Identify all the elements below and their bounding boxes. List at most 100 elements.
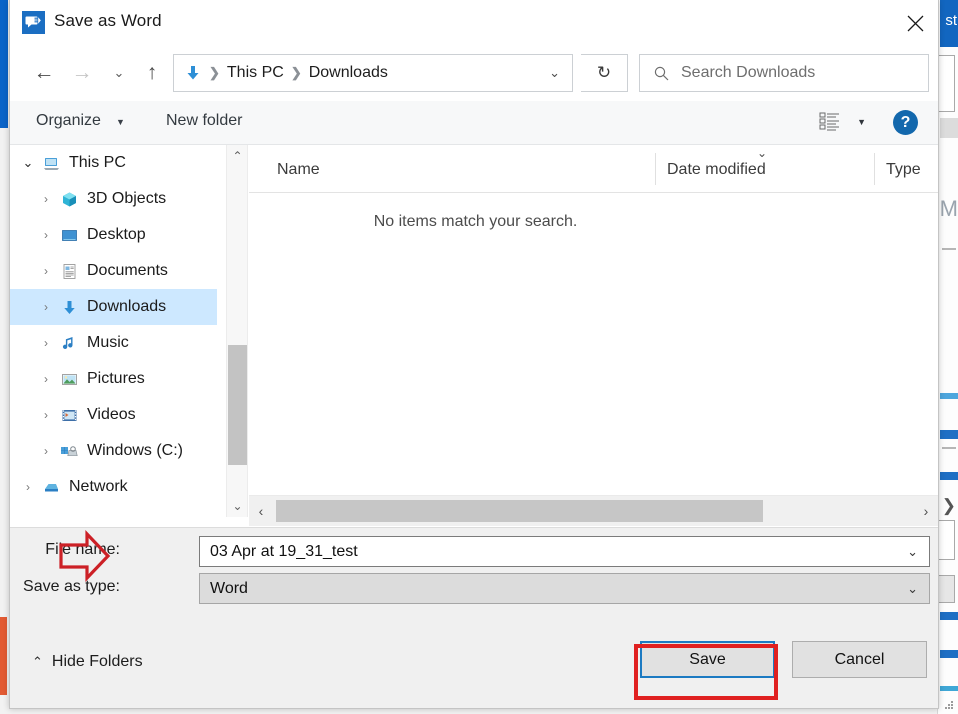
new-folder-button[interactable]: New folder bbox=[166, 112, 242, 130]
chevron-down-icon[interactable]: ⌄ bbox=[16, 155, 40, 171]
breadcrumb-downloads[interactable]: Downloads bbox=[309, 64, 388, 82]
dialog-footer: ⌃ Hide Folders Save Cancel bbox=[10, 620, 938, 708]
window-resize-grip[interactable] bbox=[945, 701, 955, 711]
sidebar-item-label: Windows (C:) bbox=[87, 442, 183, 460]
scroll-up-icon[interactable]: ⌃ bbox=[227, 145, 248, 167]
sidebar-item-3d-objects[interactable]: › 3D Objects bbox=[10, 181, 217, 217]
sidebar-item-label: Pictures bbox=[87, 370, 145, 388]
organize-button[interactable]: Organize bbox=[36, 112, 101, 130]
navigation-tree[interactable]: ⌄ This PC › bbox=[10, 145, 217, 517]
chevron-right-icon[interactable]: › bbox=[34, 228, 58, 242]
chevron-right-icon[interactable]: › bbox=[34, 300, 58, 314]
save-as-type-select[interactable]: Word ⌄ bbox=[199, 573, 930, 604]
file-name-value[interactable]: 03 Apr at 19_31_test bbox=[210, 543, 358, 561]
chevron-right-icon[interactable]: › bbox=[34, 336, 58, 350]
help-button[interactable]: ? bbox=[893, 110, 918, 135]
empty-state-text: No items match your search. bbox=[374, 213, 578, 230]
chevron-right-icon[interactable]: › bbox=[16, 480, 40, 494]
sidebar-item-downloads[interactable]: › Downloads bbox=[10, 289, 217, 325]
background-right-panel-box bbox=[938, 55, 955, 112]
up-icon[interactable]: ↑ bbox=[135, 54, 169, 92]
sidebar-scrollbar[interactable]: ⌃ ⌄ bbox=[226, 145, 248, 517]
recent-locations-icon[interactable]: ⌄ bbox=[102, 54, 136, 92]
breadcrumb-separator-2: ❯ bbox=[291, 65, 302, 81]
file-name-input[interactable]: 03 Apr at 19_31_test ⌄ bbox=[199, 536, 930, 567]
sidebar-item-documents[interactable]: › Documents bbox=[10, 253, 217, 289]
breadcrumb-separator-1: ❯ bbox=[209, 65, 220, 81]
chevron-right-icon[interactable]: › bbox=[34, 372, 58, 386]
background-left-orange-band bbox=[0, 617, 7, 695]
chevron-right-icon[interactable]: › bbox=[34, 444, 58, 458]
column-divider-1[interactable] bbox=[655, 153, 656, 185]
network-icon bbox=[40, 479, 62, 496]
save-as-type-value: Word bbox=[210, 580, 248, 598]
sidebar-item-label: Videos bbox=[87, 406, 136, 424]
chevron-down-icon[interactable]: ⌄ bbox=[549, 65, 560, 81]
sidebar-item-desktop[interactable]: › Desktop bbox=[10, 217, 217, 253]
cancel-button[interactable]: Cancel bbox=[792, 641, 927, 678]
scroll-right-icon[interactable]: › bbox=[914, 496, 938, 526]
sidebar-item-videos[interactable]: › Videos bbox=[10, 397, 217, 433]
sidebar-item-label: Documents bbox=[87, 262, 168, 280]
drive-icon bbox=[58, 443, 80, 460]
close-icon[interactable] bbox=[892, 0, 938, 46]
command-bar: Organize ▼ New folder ▼ ? bbox=[10, 101, 938, 145]
breadcrumb-this-pc[interactable]: This PC bbox=[227, 64, 284, 82]
sort-indicator-icon: ⌄ bbox=[757, 146, 767, 160]
sidebar-item-music[interactable]: › Music bbox=[10, 325, 217, 361]
chevron-down-icon[interactable]: ▼ bbox=[116, 117, 125, 127]
search-box[interactable]: Search Downloads bbox=[639, 54, 929, 92]
chevron-right-icon[interactable]: › bbox=[34, 408, 58, 422]
column-header-name[interactable]: Name bbox=[277, 161, 320, 179]
chevron-down-icon[interactable]: ⌄ bbox=[907, 581, 918, 597]
view-list-icon[interactable] bbox=[818, 111, 842, 133]
column-header-type[interactable]: Type bbox=[886, 161, 921, 179]
column-headers: Name Date modified Type ⌄ bbox=[249, 145, 938, 193]
search-input[interactable]: Search Downloads bbox=[681, 64, 815, 82]
search-icon bbox=[653, 65, 670, 82]
background-right-chevron-icon: ❯ bbox=[942, 496, 956, 516]
background-right-strip-4 bbox=[940, 612, 958, 620]
chevron-right-icon[interactable]: › bbox=[34, 264, 58, 278]
background-right-strip-2 bbox=[940, 430, 958, 439]
background-right-strip-1 bbox=[940, 393, 958, 399]
save-form: File name: 03 Apr at 19_31_test ⌄ Save a… bbox=[10, 527, 938, 620]
sidebar-item-label: 3D Objects bbox=[87, 190, 166, 208]
address-bar[interactable]: ❯ This PC ❯ Downloads ⌄ bbox=[173, 54, 573, 92]
background-right-strip-6 bbox=[940, 686, 958, 691]
save-as-type-label: Save as type: bbox=[0, 578, 120, 596]
hide-folders-button[interactable]: ⌃ Hide Folders bbox=[32, 653, 143, 671]
scroll-left-icon[interactable]: ‹ bbox=[249, 496, 273, 526]
sidebar-item-pictures[interactable]: › Pictures bbox=[10, 361, 217, 397]
refresh-icon[interactable]: ↻ bbox=[581, 54, 628, 92]
scrollbar-thumb[interactable] bbox=[276, 500, 763, 522]
file-name-label: File name: bbox=[0, 541, 120, 559]
background-left-blue-band bbox=[0, 0, 8, 128]
sidebar-item-this-pc[interactable]: ⌄ This PC bbox=[10, 145, 217, 181]
sidebar-item-windows-c[interactable]: › Windows (C:) bbox=[10, 433, 217, 469]
column-header-date-modified[interactable]: Date modified bbox=[667, 161, 766, 179]
sidebar-item-network[interactable]: › Network bbox=[10, 469, 217, 505]
back-icon[interactable]: ← bbox=[27, 54, 61, 92]
column-divider-2[interactable] bbox=[874, 153, 875, 185]
chevron-right-icon[interactable]: › bbox=[34, 192, 58, 206]
sidebar-item-label: Network bbox=[69, 478, 128, 496]
background-right-strip-3 bbox=[940, 472, 958, 480]
background-right-text: st bbox=[945, 12, 957, 29]
scroll-down-icon[interactable]: ⌄ bbox=[227, 495, 248, 517]
background-right-rule-2 bbox=[942, 447, 956, 449]
file-list-horizontal-scrollbar[interactable]: ‹ › bbox=[249, 495, 938, 526]
background-right-panel-box-2 bbox=[938, 520, 955, 560]
scrollbar-thumb[interactable] bbox=[228, 345, 247, 465]
file-list: Name Date modified Type ⌄ No items match… bbox=[249, 145, 938, 517]
document-icon bbox=[58, 263, 80, 280]
downloads-icon bbox=[58, 299, 80, 316]
view-options-caret-icon[interactable]: ▼ bbox=[857, 117, 866, 127]
save-button[interactable]: Save bbox=[640, 641, 775, 678]
empty-state-message: No items match your search. bbox=[249, 213, 938, 231]
sidebar-item-label: Desktop bbox=[87, 226, 146, 244]
dialog-title: Save as Word bbox=[54, 11, 162, 31]
chevron-down-icon[interactable]: ⌄ bbox=[907, 544, 918, 560]
background-right-rule-1 bbox=[942, 248, 956, 250]
forward-icon: → bbox=[65, 54, 99, 92]
